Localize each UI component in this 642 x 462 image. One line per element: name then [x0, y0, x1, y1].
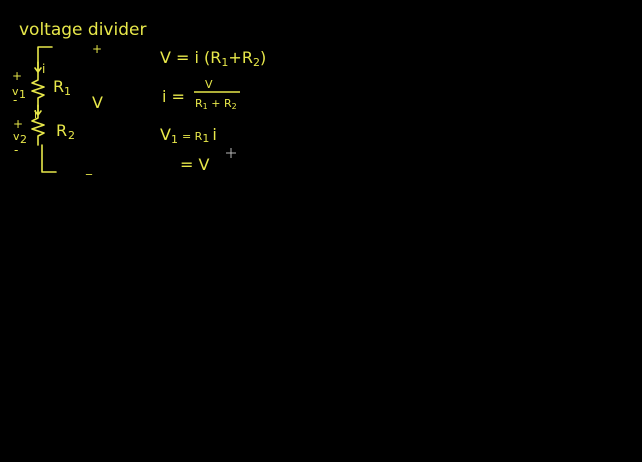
title-text: voltage divider: [19, 20, 146, 40]
eq2-lhs: i =: [162, 87, 185, 106]
resistor-r1-symbol: [31, 71, 45, 107]
eq1-sub2: 2: [253, 56, 260, 69]
eq1-main: V = i (R: [160, 48, 221, 67]
v2-plus-sign: +: [13, 117, 23, 131]
bottom-wire: [41, 144, 57, 173]
eq2-numerator: V: [205, 78, 213, 91]
eq1-close: ): [260, 48, 266, 67]
r2-label: R: [56, 121, 67, 140]
eq2-den-sub2: 2: [232, 102, 237, 111]
eq3-lhs-sub: 1: [171, 133, 178, 146]
equation-v1: V1 = R1 i: [160, 125, 217, 146]
current-arrow-top: [34, 61, 42, 73]
eq3-lhs: V: [160, 125, 171, 144]
source-minus-sign: _: [85, 161, 93, 175]
v1-minus-sign: -: [13, 93, 17, 107]
eq3-rhs-i: i: [212, 125, 216, 144]
crosshair-cursor-icon: [226, 148, 236, 158]
equation-result: = V: [180, 155, 209, 174]
drawing-canvas[interactable]: voltage divider i R 1 R 2 i + v 1 - + v …: [0, 0, 642, 462]
current-label-i: i: [42, 62, 45, 76]
source-voltage-label: V: [92, 93, 103, 112]
eq3-rhs-sub: 1: [202, 132, 209, 145]
eq2-den-plus: + R: [208, 97, 232, 110]
current-label-i-middle: i: [34, 108, 37, 121]
eq3-rhs: = R: [182, 130, 203, 143]
source-plus-sign: +: [92, 42, 102, 56]
equation-ohms-law: V = i (R1+R2): [160, 48, 266, 69]
v2-minus-sign: -: [14, 143, 18, 157]
v2-label: v: [13, 130, 20, 143]
v1-plus-sign: +: [12, 69, 22, 83]
eq2-denominator: R1 + R2: [195, 97, 237, 111]
eq1-sub1: 1: [221, 56, 228, 69]
r1-label: R: [53, 77, 64, 96]
r1-subscript: 1: [64, 85, 71, 98]
r2-subscript: 2: [68, 129, 75, 142]
whiteboard-drawing: voltage divider i R 1 R 2 i + v 1 - + v …: [12, 20, 266, 175]
v1-subscript: 1: [19, 88, 26, 101]
eq1-plus: +R: [228, 48, 253, 67]
v2-subscript: 2: [20, 133, 27, 146]
